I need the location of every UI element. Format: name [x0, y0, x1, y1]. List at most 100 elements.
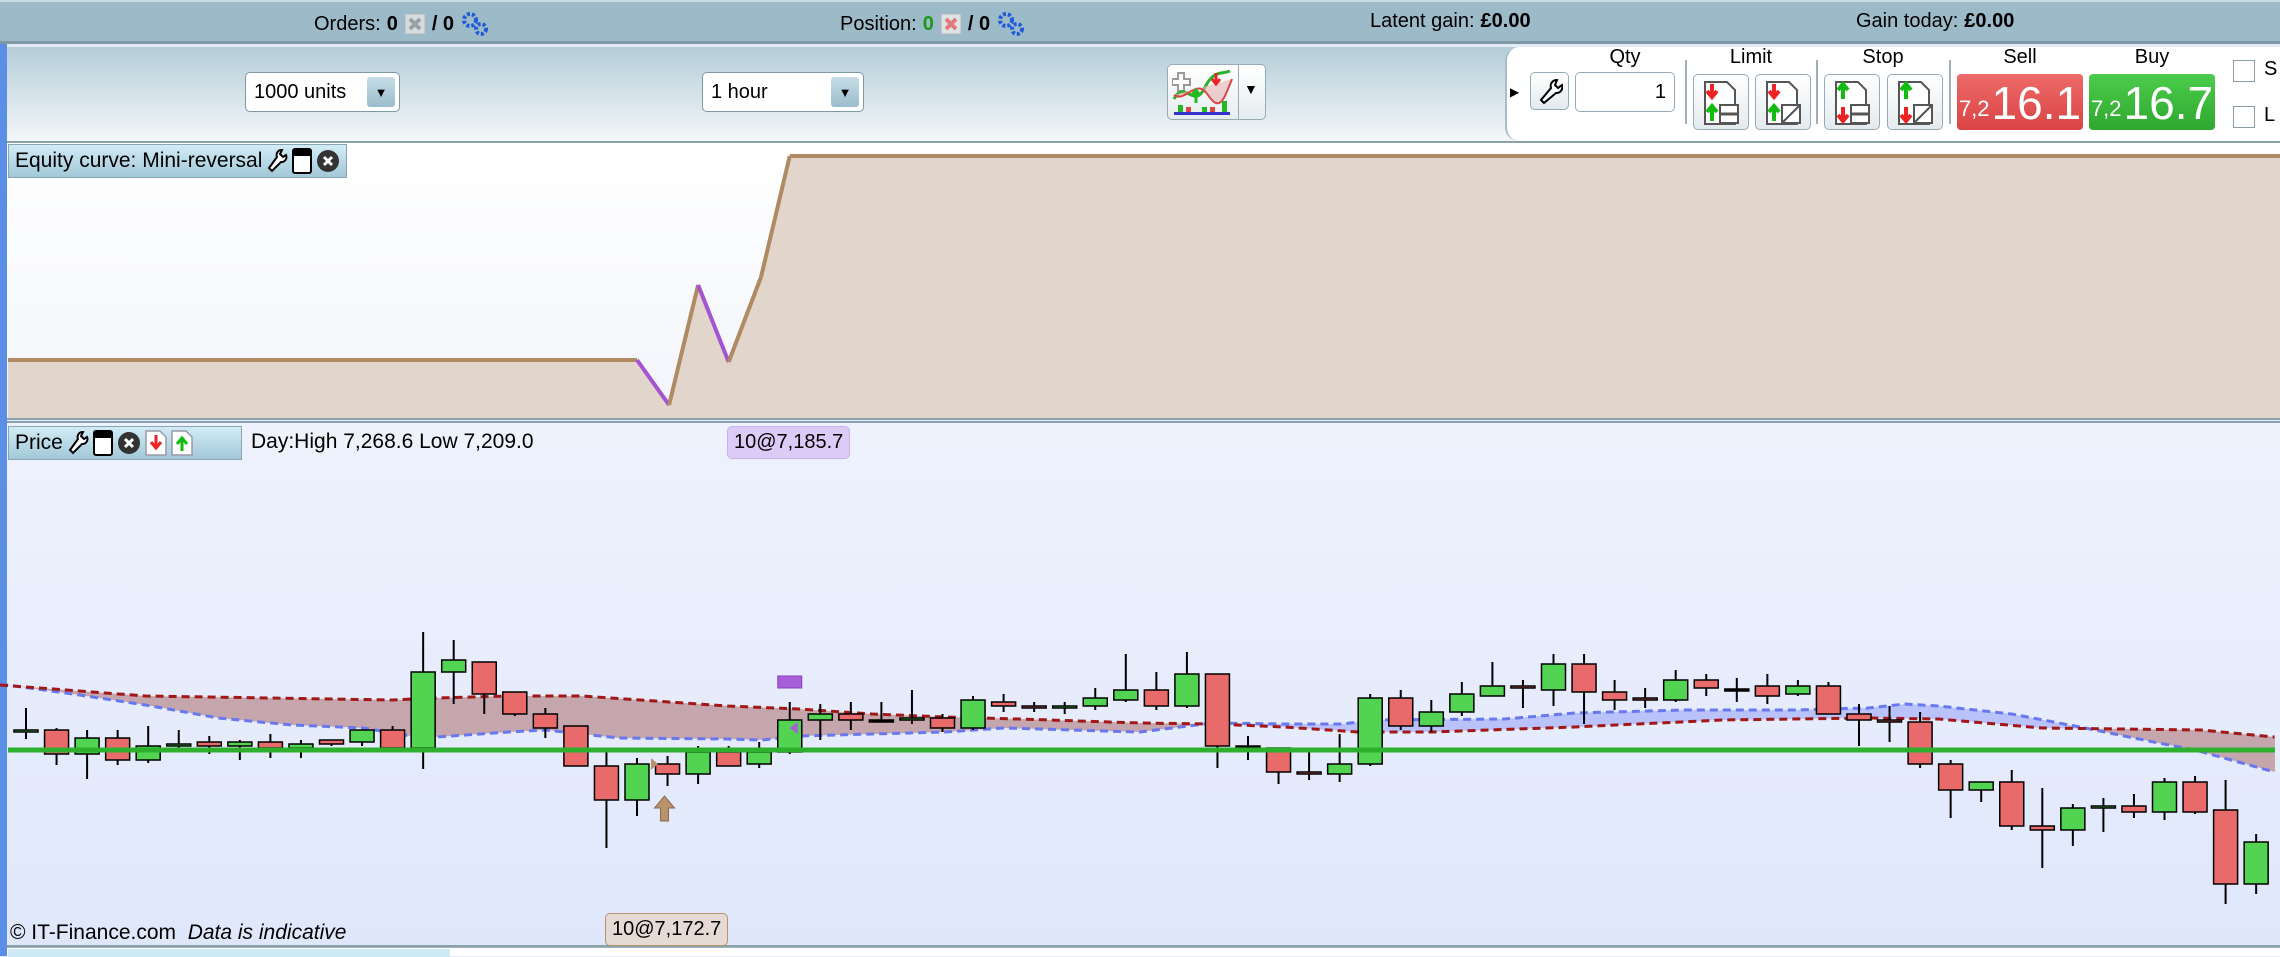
ma-band-fill	[213, 697, 223, 719]
sell-price: 16.1	[1991, 77, 2082, 129]
ma-band-fill	[626, 699, 635, 739]
ma-band-fill	[603, 697, 612, 738]
candle-body	[1601, 691, 1628, 701]
timeframe-select-value: 1 hour	[711, 81, 768, 103]
candle-body	[13, 729, 39, 733]
close-position-icon[interactable]	[940, 13, 962, 35]
gear-icon[interactable]	[460, 10, 490, 38]
candle-body	[1113, 689, 1139, 701]
ma-band-fill	[274, 698, 284, 725]
ma-band-fill	[588, 696, 597, 736]
candle-body	[2060, 807, 2086, 831]
candle-body	[227, 741, 253, 747]
entry-trade-tag[interactable]: 10@7,172.7	[605, 913, 729, 946]
bottom-tab-strip	[7, 947, 2280, 957]
ma-band-fill	[1619, 711, 1628, 725]
candle-body	[654, 763, 681, 775]
ma-band-fill	[328, 698, 337, 727]
price-panel-title: Price	[15, 431, 63, 454]
candle-body	[440, 659, 467, 673]
buy-button[interactable]: 7,2 16.7	[2089, 74, 2215, 130]
checkbox-l[interactable]	[2233, 106, 2255, 128]
ma-band-fill	[1535, 715, 1544, 729]
ma-band-fill	[595, 696, 604, 737]
ma-band-fill	[725, 705, 734, 740]
equity-area	[8, 156, 2280, 418]
window-icon[interactable]	[292, 148, 313, 174]
ma-band-fill	[1451, 719, 1460, 732]
ma-band-fill	[190, 696, 200, 715]
stop-oco-button[interactable]	[1887, 74, 1943, 130]
ma-band-fill	[229, 697, 238, 720]
chevron-down-icon[interactable]: ▼	[367, 77, 395, 107]
ma-band-fill	[381, 699, 391, 733]
copyright-text: © IT-Finance.com	[10, 921, 177, 944]
chevron-down-icon[interactable]: ▼	[831, 77, 859, 107]
ma-band-fill	[1443, 719, 1452, 732]
candle-body	[563, 725, 589, 767]
candle-body	[777, 719, 803, 753]
candle-body	[288, 743, 314, 749]
ma-band-fill	[435, 697, 444, 738]
ma-band-fill	[336, 699, 345, 728]
ma-band-fill	[198, 696, 207, 716]
wrench-icon[interactable]	[266, 148, 288, 174]
ma-band-fill	[1580, 712, 1590, 727]
ma-band-fill	[2184, 729, 2193, 750]
ma-band-fill	[206, 696, 215, 718]
sell-button[interactable]: 7,2 16.1	[1957, 74, 2083, 130]
ma-band-fill	[618, 698, 627, 739]
exit-trade-tag[interactable]: 10@7,185.7	[727, 426, 851, 459]
candle-body	[899, 717, 925, 721]
ma-band-fill	[1458, 719, 1467, 732]
ma-band-fill	[2214, 731, 2224, 758]
gain-today-value: £0.00	[1964, 10, 2015, 32]
limit-buy-sell-button[interactable]	[1693, 74, 1749, 130]
window-icon[interactable]	[92, 430, 113, 456]
gear-icon[interactable]	[996, 10, 1026, 38]
ma-band-fill	[748, 706, 757, 740]
units-select[interactable]: 1000 units ▼	[245, 72, 400, 112]
close-icon[interactable]	[316, 149, 340, 173]
cancel-orders-icon[interactable]	[404, 13, 426, 35]
candle-body	[1937, 763, 1964, 791]
candle-body	[166, 743, 192, 747]
buy-order-icon[interactable]	[171, 430, 193, 456]
wrench-icon[interactable]	[67, 430, 89, 456]
ma-band-fill	[656, 701, 665, 739]
ma-band-fill	[1924, 705, 1933, 719]
timeframe-select[interactable]: 1 hour ▼	[702, 72, 864, 112]
ma-band-fill	[679, 702, 688, 739]
candle-body	[1449, 693, 1475, 713]
ma-band-fill	[710, 704, 719, 739]
trade-panel-collapse[interactable]: ▶	[1505, 47, 1523, 141]
footer-credit: © IT-Finance.com Data is indicative	[10, 921, 346, 945]
qty-input[interactable]: 1	[1575, 72, 1675, 112]
close-icon[interactable]	[117, 431, 141, 455]
ma-band-fill	[687, 703, 696, 739]
ma-band-fill	[801, 709, 811, 736]
position-count: 0	[922, 12, 934, 35]
ma-band-fill	[351, 699, 360, 728]
sell-order-icon[interactable]	[145, 430, 167, 456]
ma-band-fill	[1626, 711, 1635, 725]
trade-settings-button[interactable]	[1530, 72, 1569, 110]
ma-band-fill	[450, 697, 459, 737]
ma-band-fill	[221, 697, 230, 720]
ma-band-fill	[733, 706, 742, 740]
caret-right-icon[interactable]: ▶	[1510, 85, 1519, 99]
limit-oco-button[interactable]	[1755, 74, 1811, 130]
ma-band-fill	[1909, 704, 1918, 719]
checkbox-s[interactable]	[2233, 60, 2255, 82]
ma-band-fill	[481, 696, 490, 734]
ma-band-fill	[374, 699, 383, 732]
ma-band-fill	[1901, 704, 1910, 719]
stop-buy-sell-button[interactable]	[1824, 74, 1880, 130]
candle-body	[1693, 679, 1719, 689]
buy-price-prefix: 7,2	[2090, 96, 2122, 121]
ma-band-fill	[1603, 712, 1613, 726]
units-select-value: 1000 units	[254, 81, 347, 103]
add-indicator-button[interactable]: ▼	[1167, 64, 1266, 120]
qty-label: Qty	[1609, 46, 1641, 68]
chevron-down-icon[interactable]: ▼	[1244, 81, 1258, 97]
